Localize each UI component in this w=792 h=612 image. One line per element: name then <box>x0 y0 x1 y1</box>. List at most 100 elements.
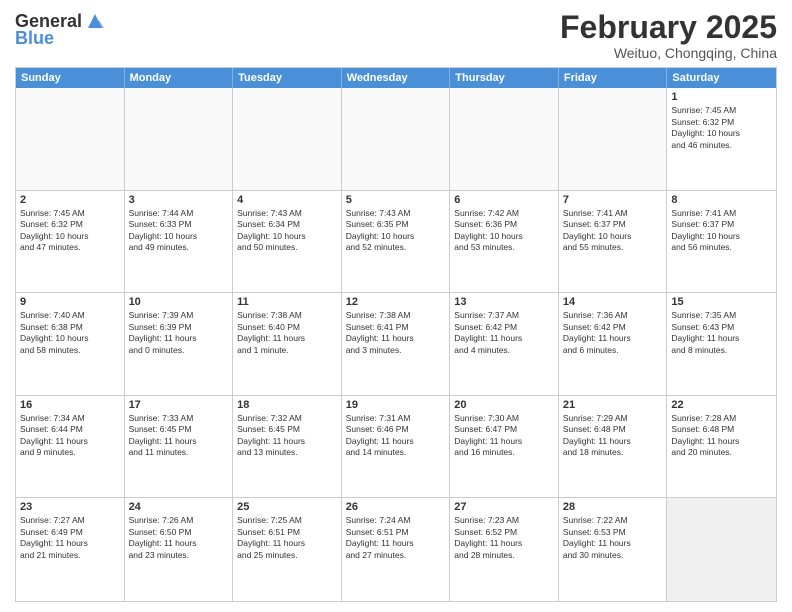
calendar-header-day: Wednesday <box>342 68 451 88</box>
day-number: 8 <box>671 194 772 206</box>
calendar-cell <box>559 88 668 190</box>
calendar-cell: 22Sunrise: 7:28 AM Sunset: 6:48 PM Dayli… <box>667 396 776 498</box>
calendar-cell: 21 Sunrise: 7:29 AM Sunset: 6:48 PM Dayli… <box>559 396 668 498</box>
day-info: Sunrise: 7:45 AM Sunset: 6:32 PM Dayligh… <box>20 208 120 254</box>
day-number: 22 <box>671 399 772 411</box>
day-info: Sunrise: 7:24 AM Sunset: 6:51 PM Dayligh… <box>346 515 446 561</box>
calendar-cell: 11Sunrise: 7:38 AM Sunset: 6:40 PM Dayli… <box>233 293 342 395</box>
day-number: 2 <box>20 194 120 206</box>
day-info: Sunrise: 7:30 AM Sunset: 6:47 PM Dayligh… <box>454 413 554 459</box>
day-number: 12 <box>346 296 446 308</box>
calendar-header-day: Friday <box>559 68 668 88</box>
calendar-cell: 8 Sunrise: 7:41 AM Sunset: 6:37 PM Daylig… <box>667 191 776 293</box>
day-info: Sunrise: 7:33 AM Sunset: 6:45 PM Dayligh… <box>129 413 229 459</box>
day-number: 3 <box>129 194 229 206</box>
calendar: SundayMondayTuesdayWednesdayThursdayFrid… <box>15 67 777 602</box>
calendar-cell: 24 Sunrise: 7:26 AM Sunset: 6:50 PM Dayli… <box>125 498 234 601</box>
day-number: 23 <box>20 501 120 513</box>
calendar-cell: 28 Sunrise: 7:22 AM Sunset: 6:53 PM Dayli… <box>559 498 668 601</box>
logo-blue-text: Blue <box>15 28 54 49</box>
day-info: Sunrise: 7:38 AM Sunset: 6:40 PM Dayligh… <box>237 310 337 356</box>
calendar-cell: 20 Sunrise: 7:30 AM Sunset: 6:47 PM Dayli… <box>450 396 559 498</box>
calendar-cell: 1Sunrise: 7:45 AM Sunset: 6:32 PM Daylig… <box>667 88 776 190</box>
calendar-cell: 18Sunrise: 7:32 AM Sunset: 6:45 PM Dayli… <box>233 396 342 498</box>
day-info: Sunrise: 7:26 AM Sunset: 6:50 PM Dayligh… <box>129 515 229 561</box>
day-number: 28 <box>563 501 663 513</box>
calendar-cell: 14 Sunrise: 7:36 AM Sunset: 6:42 PM Dayli… <box>559 293 668 395</box>
day-number: 16 <box>20 399 120 411</box>
day-info: Sunrise: 7:25 AM Sunset: 6:51 PM Dayligh… <box>237 515 337 561</box>
calendar-row: 1Sunrise: 7:45 AM Sunset: 6:32 PM Daylig… <box>16 88 776 191</box>
main-title: February 2025 <box>560 10 777 45</box>
day-info: Sunrise: 7:40 AM Sunset: 6:38 PM Dayligh… <box>20 310 120 356</box>
calendar-cell: 25 Sunrise: 7:25 AM Sunset: 6:51 PM Dayli… <box>233 498 342 601</box>
day-info: Sunrise: 7:29 AM Sunset: 6:48 PM Dayligh… <box>563 413 663 459</box>
day-number: 19 <box>346 399 446 411</box>
calendar-header-day: Sunday <box>16 68 125 88</box>
header: General Blue February 2025 Weituo, Chong… <box>15 10 777 61</box>
calendar-cell <box>125 88 234 190</box>
calendar-cell: 9 Sunrise: 7:40 AM Sunset: 6:38 PM Daylig… <box>16 293 125 395</box>
day-info: Sunrise: 7:34 AM Sunset: 6:44 PM Dayligh… <box>20 413 120 459</box>
calendar-header-day: Thursday <box>450 68 559 88</box>
day-info: Sunrise: 7:37 AM Sunset: 6:42 PM Dayligh… <box>454 310 554 356</box>
calendar-cell: 5 Sunrise: 7:43 AM Sunset: 6:35 PM Daylig… <box>342 191 451 293</box>
day-number: 4 <box>237 194 337 206</box>
day-number: 15 <box>671 296 772 308</box>
day-number: 6 <box>454 194 554 206</box>
calendar-cell: 10Sunrise: 7:39 AM Sunset: 6:39 PM Dayli… <box>125 293 234 395</box>
day-info: Sunrise: 7:43 AM Sunset: 6:35 PM Dayligh… <box>346 208 446 254</box>
day-info: Sunrise: 7:31 AM Sunset: 6:46 PM Dayligh… <box>346 413 446 459</box>
day-number: 1 <box>671 91 772 103</box>
calendar-cell <box>342 88 451 190</box>
calendar-cell: 3 Sunrise: 7:44 AM Sunset: 6:33 PM Daylig… <box>125 191 234 293</box>
day-number: 24 <box>129 501 229 513</box>
calendar-cell: 13 Sunrise: 7:37 AM Sunset: 6:42 PM Dayli… <box>450 293 559 395</box>
calendar-cell: 19 Sunrise: 7:31 AM Sunset: 6:46 PM Dayli… <box>342 396 451 498</box>
day-number: 17 <box>129 399 229 411</box>
day-info: Sunrise: 7:38 AM Sunset: 6:41 PM Dayligh… <box>346 310 446 356</box>
day-number: 10 <box>129 296 229 308</box>
day-number: 14 <box>563 296 663 308</box>
calendar-cell: 15 Sunrise: 7:35 AM Sunset: 6:43 PM Dayli… <box>667 293 776 395</box>
day-info: Sunrise: 7:32 AM Sunset: 6:45 PM Dayligh… <box>237 413 337 459</box>
calendar-cell: 2 Sunrise: 7:45 AM Sunset: 6:32 PM Daylig… <box>16 191 125 293</box>
day-info: Sunrise: 7:36 AM Sunset: 6:42 PM Dayligh… <box>563 310 663 356</box>
calendar-header: SundayMondayTuesdayWednesdayThursdayFrid… <box>16 68 776 88</box>
day-info: Sunrise: 7:23 AM Sunset: 6:52 PM Dayligh… <box>454 515 554 561</box>
calendar-cell: 27 Sunrise: 7:23 AM Sunset: 6:52 PM Dayli… <box>450 498 559 601</box>
logo-icon <box>84 10 106 32</box>
day-number: 5 <box>346 194 446 206</box>
calendar-cell: 23 Sunrise: 7:27 AM Sunset: 6:49 PM Dayli… <box>16 498 125 601</box>
page: General Blue February 2025 Weituo, Chong… <box>0 0 792 612</box>
calendar-header-day: Monday <box>125 68 234 88</box>
calendar-cell: 12 Sunrise: 7:38 AM Sunset: 6:41 PM Dayli… <box>342 293 451 395</box>
logo: General Blue <box>15 10 106 49</box>
day-info: Sunrise: 7:41 AM Sunset: 6:37 PM Dayligh… <box>563 208 663 254</box>
calendar-cell: 26Sunrise: 7:24 AM Sunset: 6:51 PM Dayli… <box>342 498 451 601</box>
day-number: 25 <box>237 501 337 513</box>
calendar-header-day: Tuesday <box>233 68 342 88</box>
calendar-header-day: Saturday <box>667 68 776 88</box>
day-number: 20 <box>454 399 554 411</box>
day-info: Sunrise: 7:43 AM Sunset: 6:34 PM Dayligh… <box>237 208 337 254</box>
day-number: 21 <box>563 399 663 411</box>
calendar-cell <box>667 498 776 601</box>
day-number: 27 <box>454 501 554 513</box>
calendar-row: 2 Sunrise: 7:45 AM Sunset: 6:32 PM Daylig… <box>16 191 776 294</box>
calendar-row: 16 Sunrise: 7:34 AM Sunset: 6:44 PM Dayli… <box>16 396 776 499</box>
day-number: 13 <box>454 296 554 308</box>
day-info: Sunrise: 7:42 AM Sunset: 6:36 PM Dayligh… <box>454 208 554 254</box>
day-info: Sunrise: 7:41 AM Sunset: 6:37 PM Dayligh… <box>671 208 772 254</box>
calendar-cell: 16 Sunrise: 7:34 AM Sunset: 6:44 PM Dayli… <box>16 396 125 498</box>
day-info: Sunrise: 7:22 AM Sunset: 6:53 PM Dayligh… <box>563 515 663 561</box>
day-info: Sunrise: 7:44 AM Sunset: 6:33 PM Dayligh… <box>129 208 229 254</box>
day-info: Sunrise: 7:35 AM Sunset: 6:43 PM Dayligh… <box>671 310 772 356</box>
day-number: 9 <box>20 296 120 308</box>
calendar-cell: 17 Sunrise: 7:33 AM Sunset: 6:45 PM Dayli… <box>125 396 234 498</box>
subtitle: Weituo, Chongqing, China <box>560 45 777 61</box>
calendar-row: 23 Sunrise: 7:27 AM Sunset: 6:49 PM Dayli… <box>16 498 776 601</box>
calendar-body: 1 Sunrise: 7:45 AM Sunset: 6:32 PM Daylig… <box>16 88 776 601</box>
calendar-cell <box>450 88 559 190</box>
day-info: Sunrise: 7:27 AM Sunset: 6:49 PM Dayligh… <box>20 515 120 561</box>
